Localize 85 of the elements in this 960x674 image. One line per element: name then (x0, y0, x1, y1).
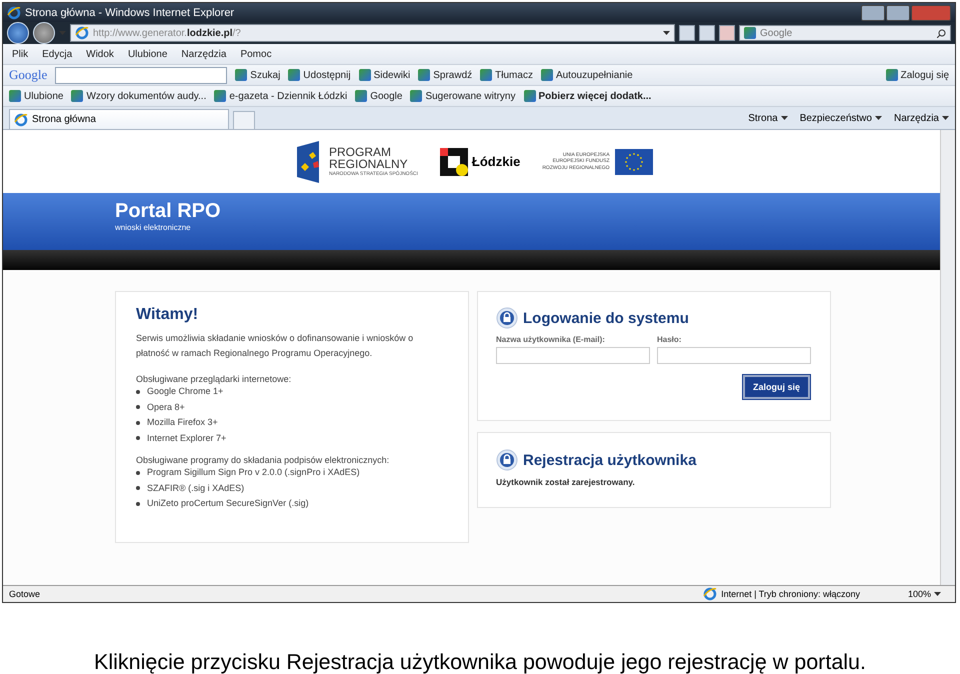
intro-text: Serwis umożliwia składanie wniosków o dofinansowanie i wniosków o płatność w ramach Regionalnego Programu Operacyjnego. (136, 332, 414, 360)
list-item: Opera 8+ (147, 400, 185, 414)
bullet-icon (136, 420, 140, 425)
menu-item[interactable]: Widok (83, 48, 117, 60)
scrollbar[interactable] (940, 130, 955, 585)
sign-in-button[interactable]: Zaloguj się (886, 69, 949, 81)
menu-item[interactable]: Narzędzia (178, 48, 230, 60)
close-button[interactable] (911, 4, 951, 20)
toolbar-button[interactable]: Sidewiki (358, 69, 410, 81)
list-item: UniZeto proCertum SecureSignVer (.sig) (147, 497, 309, 510)
dropdown-icon[interactable] (942, 116, 949, 120)
search-provider-icon[interactable] (744, 27, 756, 39)
zoom-control[interactable]: 100% (908, 589, 941, 599)
ie-icon (14, 112, 28, 126)
input-field[interactable] (657, 347, 811, 364)
list-item: Google Chrome 1+ (147, 385, 224, 398)
bullet-icon (136, 470, 140, 475)
address-field[interactable]: http://www.generator.lodzkie.pl/? (70, 24, 675, 42)
toolbar-search-field[interactable] (55, 66, 228, 84)
lock-icon (496, 307, 518, 329)
favorites-item[interactable]: Sugerowane witryny (410, 90, 516, 102)
bullet-icon (136, 486, 140, 490)
page-icon (75, 26, 89, 40)
minimize-button[interactable] (861, 4, 885, 20)
eu-flag-icon (614, 148, 653, 174)
toolbar-button[interactable]: Szukaj (235, 69, 280, 81)
region-name: Łódzkie (472, 154, 520, 169)
menu-item[interactable]: Edycja (39, 48, 76, 60)
ie-icon (7, 6, 21, 20)
dropdown-icon[interactable] (874, 116, 882, 120)
command-menu[interactable]: Narzędzia (894, 112, 949, 124)
figure-caption: Kliknięcie przycisku Rejestracja użytkownika powoduje jego rejestrację w portalu. (93, 650, 867, 674)
favorites-item[interactable]: e-gazeta - Dziennik Łódzki (214, 90, 348, 102)
menu-item[interactable]: Pomoc (237, 48, 275, 60)
dropdown-icon[interactable] (934, 592, 941, 596)
region-logo-icon (440, 148, 468, 176)
logo-text: PROGRAM (329, 146, 392, 158)
forward-button[interactable] (33, 22, 55, 44)
dropdown-icon[interactable] (780, 116, 788, 120)
menu-item[interactable]: Ulubione (124, 48, 170, 60)
command-menu[interactable]: Bezpieczeństwo (800, 112, 882, 124)
login-title: Logowanie do systemu (523, 310, 689, 326)
menu-item[interactable]: Plik (9, 48, 32, 60)
bullet-icon (136, 390, 140, 394)
new-tab-button[interactable] (233, 111, 255, 129)
search-box[interactable]: Google (739, 25, 951, 41)
portal-title: Portal RPO (115, 201, 222, 221)
favorites-item[interactable]: Ulubione (9, 90, 64, 102)
list-item: Internet Explorer 7+ (147, 432, 226, 445)
list-item: Program Sigillum Sign Pro v 2.0.0 (.signPro i XAdES) (147, 466, 360, 479)
favorites-item[interactable]: Wzory dokumentów audy... (71, 90, 206, 102)
lock-icon (496, 449, 518, 471)
favorites-item[interactable]: Pobierz więcej dodatk... (524, 90, 652, 102)
section-heading: Obsługiwane programy do składania podpisów elektronicznych: (136, 455, 390, 465)
status-text: Gotowe (9, 589, 40, 599)
favorites-item[interactable]: Google (355, 90, 402, 102)
welcome-title: Witamy! (136, 306, 200, 324)
portal-subtitle: wnioski elektroniczne (115, 223, 192, 232)
command-menu[interactable]: Strona (748, 112, 788, 124)
registration-title: Rejestracja użytkownika (523, 452, 696, 468)
bullet-icon (136, 436, 140, 440)
back-button[interactable] (7, 22, 29, 44)
google-logo: Google (9, 67, 48, 83)
browser-tab[interactable]: Strona główna (9, 109, 229, 129)
toolbar-button[interactable]: Autouzupełnianie (540, 69, 633, 81)
input-field[interactable] (496, 347, 650, 364)
maximize-button[interactable] (886, 4, 910, 20)
dropdown-icon[interactable] (663, 31, 670, 35)
section-heading: Obsługiwane przeglądarki internetowe: (136, 374, 292, 384)
security-zone: Internet | Tryb chroniony: włączony (721, 589, 860, 599)
field-label: Nazwa użytkownika (E-mail): (496, 335, 606, 344)
success-message: Użytkownik został zarejestrowany. (496, 477, 636, 487)
window-title: Strona główna - Windows Internet Explorer (25, 6, 236, 18)
search-field[interactable]: Google (760, 28, 933, 38)
bullet-icon (136, 405, 140, 410)
bullet-icon (136, 502, 140, 506)
login-button[interactable]: Zaloguj się (742, 375, 810, 399)
logo-text: REGIONALNY (329, 158, 408, 170)
list-item: Mozilla Firefox 3+ (147, 416, 218, 429)
list-item: SZAFIR® (.sig i XAdES) (147, 482, 244, 495)
toolbar-button[interactable]: Tłumacz (480, 69, 533, 81)
toolbar-button[interactable]: Sprawdź (418, 69, 472, 81)
field-label: Hasło: (657, 335, 682, 344)
search-icon[interactable] (937, 28, 946, 38)
toolbar-button[interactable]: Udostępnij (288, 69, 351, 81)
